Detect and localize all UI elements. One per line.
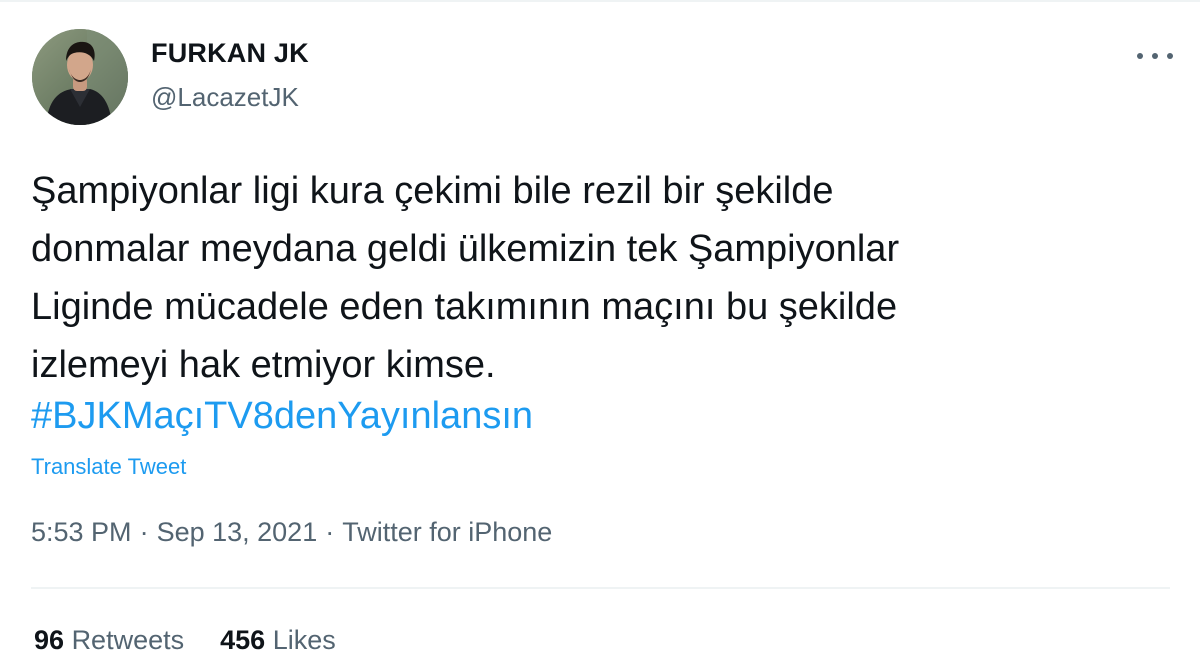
hashtag-link[interactable]: #BJKMaçıTV8denYayınlansın xyxy=(31,391,533,441)
retweets-stat[interactable]: 96 Retweets xyxy=(34,625,184,656)
more-dot xyxy=(1137,53,1143,59)
more-dot xyxy=(1167,53,1173,59)
tweet-text: Şampiyonlar ligi kura çekimi bile rezil … xyxy=(31,162,1161,394)
tweet-date[interactable]: Sep 13, 2021 xyxy=(157,517,318,547)
more-options-icon[interactable] xyxy=(1137,44,1173,68)
tweet-time[interactable]: 5:53 PM xyxy=(31,517,132,547)
tweet-text-line: Liginde mücadele eden takımının maçını b… xyxy=(31,286,898,328)
display-name[interactable]: FURKAN JK xyxy=(151,38,309,69)
retweets-label: Retweets xyxy=(71,625,185,655)
likes-count: 456 xyxy=(220,625,266,655)
tweet-text-line: Şampiyonlar ligi kura çekimi bile rezil … xyxy=(31,170,834,212)
tweet-text-line: donmalar meydana geldi ülkemizin tek Şam… xyxy=(31,228,900,270)
translate-tweet-link[interactable]: Translate Tweet xyxy=(31,454,186,480)
meta-separator: · xyxy=(325,517,335,547)
tweet-metadata: 5:53 PM · Sep 13, 2021 · Twitter for iPhone xyxy=(31,517,552,548)
likes-stat[interactable]: 456 Likes xyxy=(220,625,336,656)
user-handle[interactable]: @LacazetJK xyxy=(151,82,299,113)
divider xyxy=(31,587,1170,589)
retweets-count: 96 xyxy=(34,625,65,655)
tweet-source[interactable]: Twitter for iPhone xyxy=(342,517,552,547)
tweet-text-line: izlemeyi hak etmiyor kimse. xyxy=(31,344,496,386)
meta-separator: · xyxy=(139,517,149,547)
avatar[interactable] xyxy=(32,29,128,125)
tweet-stats: 96 Retweets 456 Likes xyxy=(34,625,336,656)
profile-photo-image xyxy=(32,29,128,125)
tweet-card: FURKAN JK @LacazetJK Şampiyonlar ligi ku… xyxy=(0,0,1200,671)
likes-label: Likes xyxy=(272,625,336,655)
more-dot xyxy=(1152,53,1158,59)
